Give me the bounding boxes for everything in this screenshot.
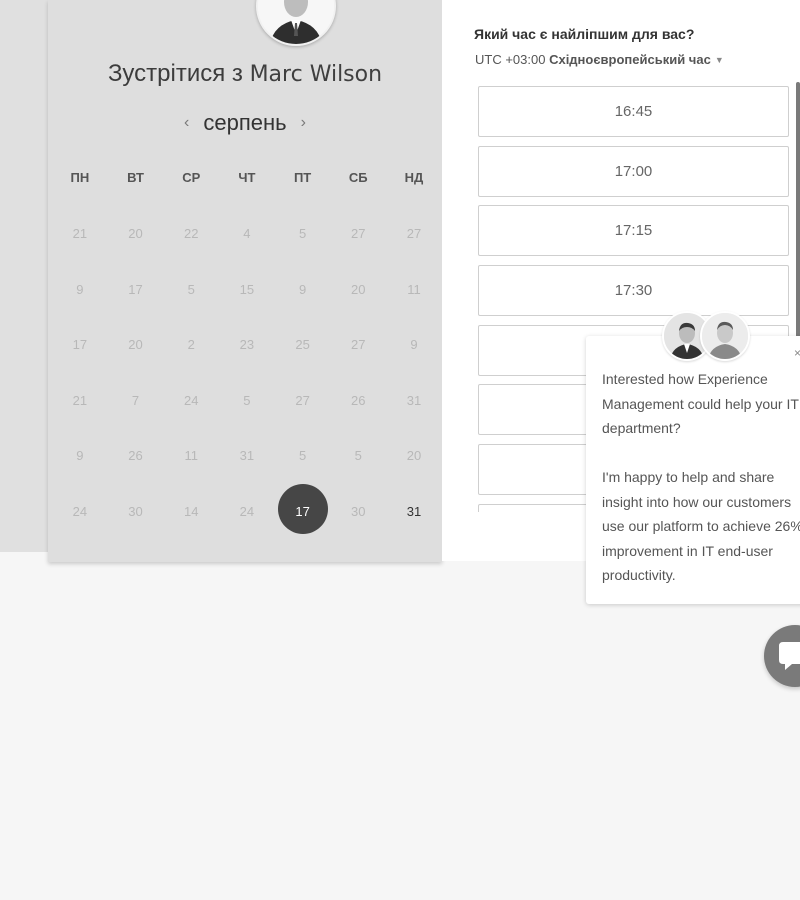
calendar-day: 7 — [131, 392, 140, 408]
time-slot[interactable]: 17:00 — [478, 145, 789, 197]
calendar-day: 25 — [295, 337, 310, 353]
calendar-day: 30 — [128, 503, 143, 519]
month-navigation: ‹ серпень › — [48, 110, 442, 136]
calendar-day: 31 — [406, 392, 422, 408]
agent-avatar — [700, 311, 750, 361]
calendar-week: 21 7 24 5 27 26 31 — [52, 373, 442, 429]
chat-launcher-button[interactable] — [764, 625, 800, 687]
weekday-label: НД — [404, 170, 424, 185]
calendar-day: 4 — [243, 226, 251, 242]
weekday-header: ПН ВТ СР ЧТ ПТ СБ НД — [52, 170, 442, 185]
host-avatar — [256, 0, 336, 46]
calendar-day: 5 — [187, 281, 195, 297]
weekday-label: ПТ — [293, 170, 312, 185]
calendar-week: 9 26 11 31 5 5 20 — [52, 428, 442, 484]
calendar-grid: 21 20 22 4 5 27 27 9 17 5 15 9 20 11 17 … — [52, 206, 442, 539]
chat-message-line: I'm happy to help and share insight into… — [602, 469, 800, 583]
calendar-day: 5 — [243, 392, 251, 408]
time-question: Який час є найліпшим для вас? — [474, 26, 695, 42]
weekday-label: ВТ — [127, 170, 144, 185]
calendar-day: 17 — [72, 337, 88, 353]
calendar-day: 9 — [298, 281, 307, 297]
calendar-week: 21 20 22 4 5 27 27 — [52, 206, 442, 262]
calendar-day: 27 — [295, 392, 310, 408]
calendar-day: 14 — [183, 503, 199, 519]
calendar-week: 17 20 2 23 25 27 9 — [52, 317, 442, 373]
weekday-label: ПН — [70, 170, 90, 185]
chat-message-line: Interested how Experience Management cou… — [602, 371, 799, 436]
calendar-day: 17 — [128, 281, 143, 297]
meeting-title: Зустрітися з Marc Wilson — [48, 60, 442, 88]
time-slot[interactable]: 16:45 — [478, 86, 789, 137]
chevron-left-icon[interactable]: ‹ — [184, 114, 189, 132]
calendar-day: 20 — [128, 226, 143, 242]
calendar-day: 5 — [298, 226, 307, 242]
calendar-day: 9 — [410, 337, 418, 353]
weekday-label: СР — [182, 170, 201, 185]
calendar-day: 20 — [406, 448, 422, 464]
calendar-day: 11 — [184, 448, 198, 464]
calendar-day: 22 — [183, 226, 199, 242]
calendar-day: 27 — [406, 226, 422, 242]
calendar-day: 24 — [183, 392, 199, 408]
calendar-day: 20 — [128, 337, 143, 353]
calendar-day: 9 — [76, 448, 84, 464]
calendar-day: 20 — [351, 281, 366, 297]
calendar-week: 9 17 5 15 9 20 11 — [52, 262, 442, 318]
calendar-day: 30 — [351, 503, 366, 519]
available-day[interactable]: 31 — [386, 504, 442, 519]
calendar-day: 27 — [351, 337, 366, 353]
calendar-day: 26 — [128, 448, 143, 464]
calendar-day: 24 — [239, 503, 255, 519]
calendar-day: 15 — [239, 281, 255, 297]
month-label: серпень — [203, 110, 287, 135]
time-slot[interactable]: 17:15 — [478, 205, 789, 257]
calendar-day: 31 — [239, 448, 255, 464]
time-slot[interactable]: 17:30 — [478, 265, 789, 317]
timezone-selector[interactable]: UTC +03:00 Східноєвропейський час ▼ — [475, 52, 724, 67]
selected-day[interactable]: 17 — [275, 484, 331, 535]
timezone-name: Східноєвропейський час — [549, 52, 711, 67]
calendar-day: 21 — [72, 392, 88, 408]
calendar-day: 26 — [351, 392, 366, 408]
title-prefix: Зустрітися з — [107, 60, 243, 87]
calendar-day: 2 — [187, 337, 195, 353]
calendar-day: 23 — [239, 337, 255, 353]
calendar-day: 27 — [351, 226, 366, 242]
calendar-day: 24 — [72, 503, 88, 519]
calendar-day: 9 — [76, 281, 84, 297]
chat-bubble-icon — [779, 642, 800, 670]
calendar-day: 21 — [72, 226, 88, 242]
calendar-day: 11 — [407, 281, 421, 297]
calendar-day: 5 — [298, 448, 307, 464]
chevron-right-icon[interactable]: › — [301, 114, 306, 132]
host-name: Marc Wilson — [249, 62, 383, 87]
caret-down-icon: ▼ — [714, 55, 724, 65]
timezone-offset: UTC +03:00 — [475, 52, 546, 67]
weekday-label: ЧТ — [238, 170, 256, 185]
close-icon[interactable]: × — [794, 346, 800, 360]
weekday-label: СБ — [348, 170, 368, 185]
calendar-week: 24 30 14 24 17 30 31 — [52, 484, 442, 540]
chat-message: Interested how Experience Management cou… — [602, 367, 800, 588]
calendar-day: 5 — [354, 448, 362, 464]
